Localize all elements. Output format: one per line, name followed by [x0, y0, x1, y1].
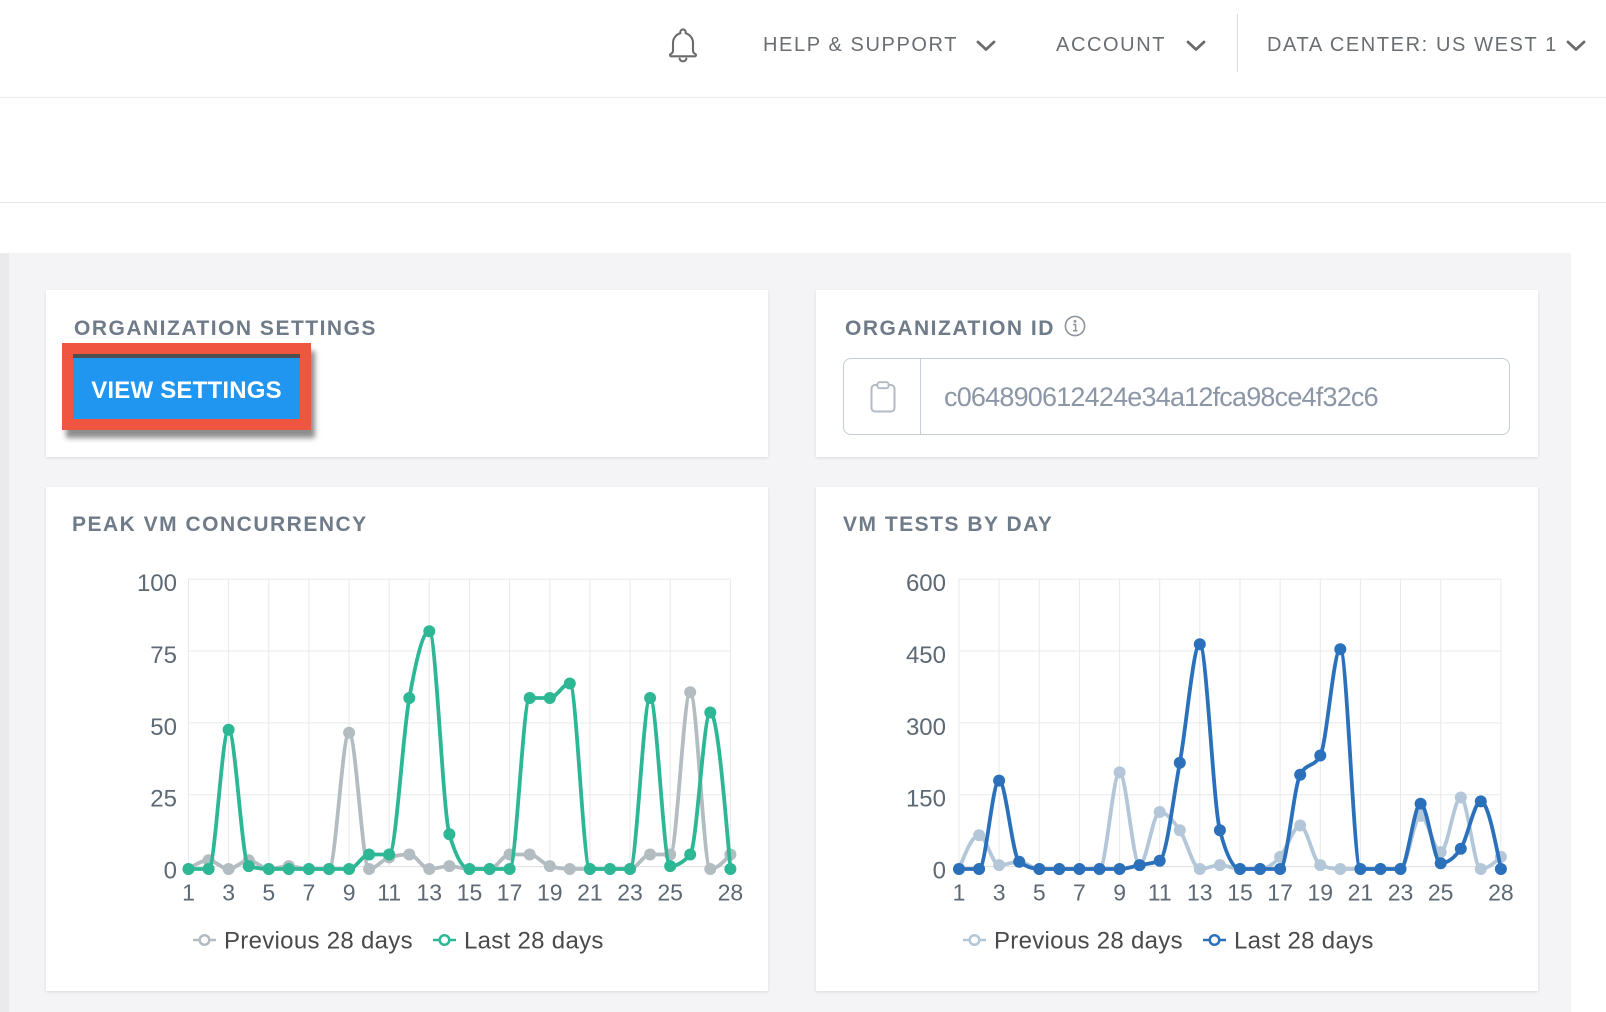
- svg-text:15: 15: [457, 880, 483, 906]
- svg-text:450: 450: [906, 642, 946, 669]
- svg-text:13: 13: [417, 880, 443, 906]
- svg-text:1: 1: [953, 880, 966, 906]
- svg-text:0: 0: [164, 858, 177, 885]
- svg-text:600: 600: [906, 570, 946, 597]
- svg-text:11: 11: [377, 880, 401, 906]
- svg-text:Previous 28 days: Previous 28 days: [994, 928, 1183, 955]
- svg-text:9: 9: [1113, 880, 1126, 906]
- svg-text:5: 5: [1033, 880, 1046, 906]
- svg-text:17: 17: [1267, 880, 1293, 906]
- svg-text:Last 28 days: Last 28 days: [1234, 928, 1374, 955]
- svg-text:23: 23: [1388, 880, 1414, 906]
- svg-text:9: 9: [343, 880, 356, 906]
- svg-text:11: 11: [1148, 880, 1172, 906]
- svg-text:17: 17: [497, 880, 523, 906]
- svg-text:75: 75: [150, 642, 177, 669]
- svg-text:21: 21: [577, 880, 603, 906]
- svg-text:3: 3: [993, 880, 1006, 906]
- svg-text:50: 50: [150, 714, 177, 741]
- svg-text:28: 28: [1488, 880, 1514, 906]
- svg-text:25: 25: [150, 786, 177, 813]
- svg-text:7: 7: [1073, 880, 1086, 906]
- svg-text:1: 1: [182, 880, 195, 906]
- svg-text:0: 0: [933, 858, 946, 885]
- svg-text:Previous 28 days: Previous 28 days: [224, 928, 413, 955]
- svg-text:Last 28 days: Last 28 days: [464, 928, 604, 955]
- svg-text:28: 28: [718, 880, 744, 906]
- svg-text:19: 19: [1308, 880, 1334, 906]
- svg-text:5: 5: [262, 880, 275, 906]
- svg-text:15: 15: [1227, 880, 1253, 906]
- svg-text:7: 7: [303, 880, 316, 906]
- svg-text:25: 25: [657, 880, 683, 906]
- svg-text:150: 150: [906, 786, 946, 813]
- svg-text:21: 21: [1348, 880, 1374, 906]
- svg-text:25: 25: [1428, 880, 1454, 906]
- svg-text:13: 13: [1187, 880, 1213, 906]
- svg-text:3: 3: [222, 880, 235, 906]
- svg-text:100: 100: [137, 570, 177, 597]
- svg-text:23: 23: [617, 880, 643, 906]
- svg-text:300: 300: [906, 714, 946, 741]
- svg-text:19: 19: [537, 880, 563, 906]
